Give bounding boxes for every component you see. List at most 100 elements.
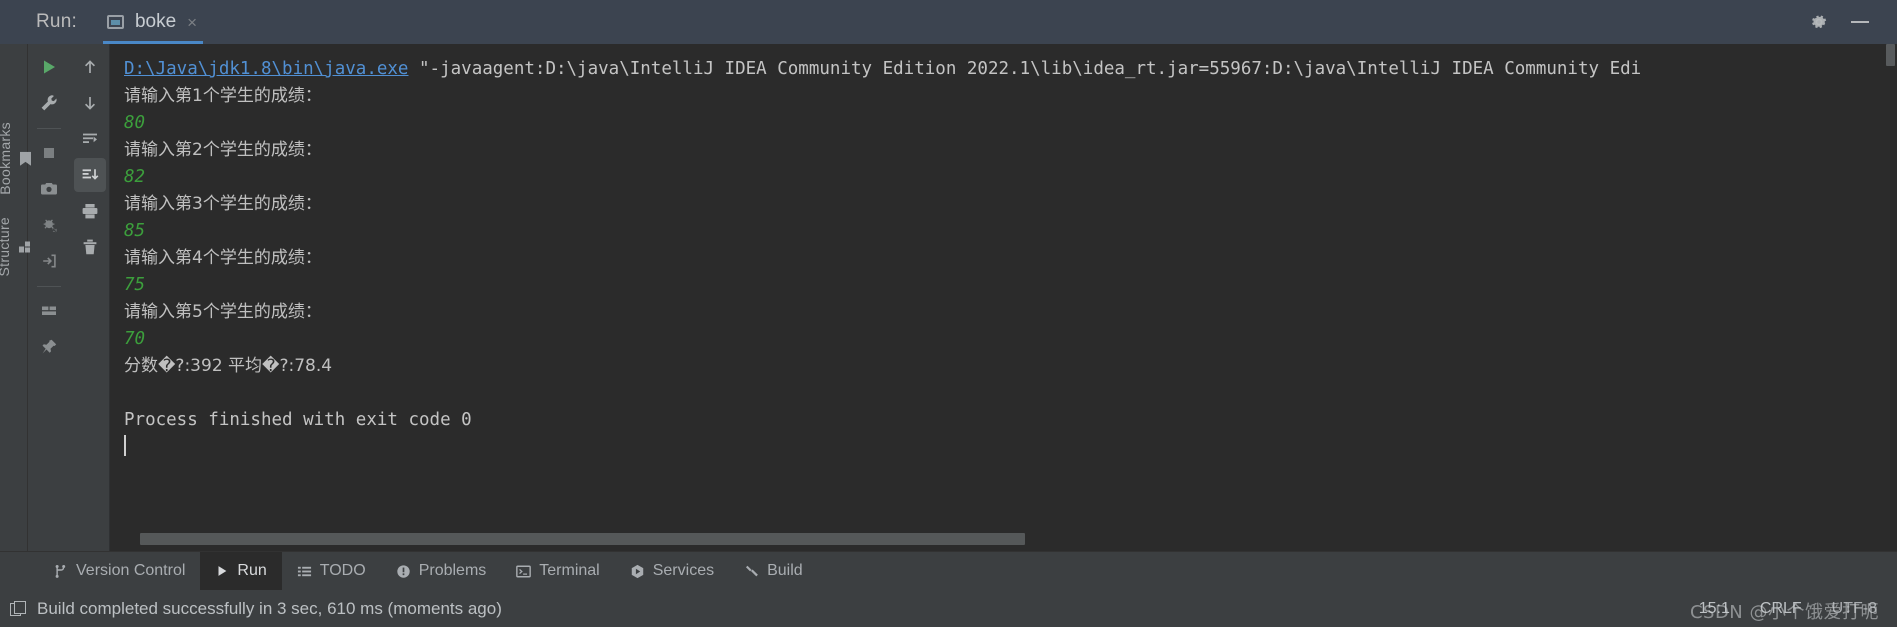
tab-label: Build <box>767 562 803 579</box>
structure-icon <box>18 240 32 252</box>
console-line: 85 <box>124 218 1897 245</box>
console-line: 分数�?:392 平均�?:78.4 <box>124 353 1897 380</box>
branch-icon <box>55 564 66 578</box>
scrollbar-thumb[interactable] <box>1886 44 1895 66</box>
console-line: 82 <box>124 164 1897 191</box>
build-status-message: Build completed successfully in 3 sec, 6… <box>37 598 502 618</box>
trash-icon[interactable] <box>74 230 106 264</box>
tab-run[interactable]: Run <box>200 552 282 590</box>
left-tool-strip: Bookmarks Structure <box>0 44 28 551</box>
status-bar: Build completed successfully in 3 sec, 6… <box>0 590 1897 627</box>
toolbar-divider <box>37 128 61 129</box>
console-line: Process finished with exit code 0 <box>124 407 1897 434</box>
run-tool-window-label: Run: <box>36 11 77 32</box>
console-line: 请输入第2个学生的成绩： <box>124 137 1897 164</box>
run-tool-window-header: Run: boke × <box>0 0 1897 44</box>
console-horizontal-scrollbar[interactable] <box>110 533 1884 545</box>
run-actions-toolbar-secondary <box>70 44 110 551</box>
console-text: D:\Java\jdk1.8\bin\java.exe "-javaagent:… <box>110 44 1897 551</box>
warning-circle-icon <box>397 564 410 578</box>
text-caret <box>124 435 126 456</box>
tab-terminal[interactable]: Terminal <box>501 552 614 590</box>
console-vertical-scrollbar[interactable] <box>1884 44 1897 551</box>
tab-label: Version Control <box>76 562 186 579</box>
tool-window-body: Bookmarks Structure D:\Java\jdk1.8\bin\j… <box>0 44 1897 551</box>
console-line: 请输入第5个学生的成绩： <box>124 299 1897 326</box>
arrow-down-icon[interactable] <box>74 86 106 120</box>
print-icon[interactable] <box>74 194 106 228</box>
export-icon[interactable] <box>33 244 65 278</box>
build-status[interactable]: Build completed successfully in 3 sec, 6… <box>10 599 502 619</box>
tab-build[interactable]: Build <box>729 552 818 590</box>
modify-run-configuration-button[interactable] <box>33 86 65 120</box>
gear-icon[interactable] <box>1809 12 1829 32</box>
run-config-icon <box>106 15 124 29</box>
build-stack-icon <box>10 600 26 617</box>
tab-label: TODO <box>319 562 366 579</box>
console-user-input: 85 <box>124 221 146 241</box>
tab-label: Run <box>237 562 267 579</box>
pin-icon[interactable] <box>33 330 65 364</box>
toolbar-divider <box>37 286 61 287</box>
console-user-input: 75 <box>124 275 146 295</box>
intellij-idea-window: Run: boke × Bookmarks Structure D:\Java\… <box>0 0 1897 627</box>
sidebar-item-structure[interactable]: Structure <box>0 216 32 277</box>
stop-button[interactable] <box>33 136 65 170</box>
tab-label: Services <box>652 562 715 579</box>
soft-wrap-icon[interactable] <box>74 122 106 156</box>
file-encoding[interactable]: UTF-8 <box>1832 600 1877 618</box>
console-prompt-text: 请输入第2个学生的成绩： <box>124 140 322 160</box>
hammer-icon <box>746 565 758 576</box>
java-command-args: "-javaagent:D:\java\IntelliJ IDEA Commun… <box>408 59 1642 79</box>
console-line: 80 <box>124 110 1897 137</box>
bug-export-icon[interactable] <box>33 208 65 242</box>
console-line: 请输入第3个学生的成绩： <box>124 191 1897 218</box>
status-bar-right: 15:1 CRLF UTF-8 <box>1699 600 1897 618</box>
console-prompt-text: 请输入第5个学生的成绩： <box>124 302 322 322</box>
tab-version-control[interactable]: Version Control <box>38 552 200 590</box>
console-prompt-text: 请输入第4个学生的成绩： <box>124 248 322 268</box>
tab-todo[interactable]: TODO <box>282 552 381 590</box>
console-line: 请输入第4个学生的成绩： <box>124 245 1897 272</box>
layout-icon[interactable] <box>33 294 65 328</box>
tab-services[interactable]: Services <box>615 552 729 590</box>
console-user-input: 80 <box>124 113 146 133</box>
sidebar-item-label: Bookmarks <box>0 122 13 195</box>
scroll-to-end-icon[interactable] <box>73 158 106 192</box>
console-result-text: 分数�?:392 平均�?:78.4 <box>124 356 333 376</box>
arrow-up-icon[interactable] <box>74 50 106 84</box>
camera-icon[interactable] <box>33 172 65 206</box>
close-icon[interactable]: × <box>187 14 197 31</box>
sidebar-item-bookmarks[interactable]: Bookmarks <box>0 122 31 195</box>
rerun-button[interactable] <box>33 50 65 84</box>
terminal-icon <box>516 565 532 577</box>
console-user-input: 70 <box>124 329 146 349</box>
services-icon <box>631 564 643 578</box>
console-prompt-text: 请输入第1个学生的成绩： <box>124 86 322 106</box>
tab-label: Terminal <box>539 562 600 579</box>
line-separator[interactable]: CRLF <box>1760 600 1802 618</box>
console-line: 70 <box>124 326 1897 353</box>
tab-label: Problems <box>418 562 487 579</box>
header-actions <box>1809 12 1897 32</box>
list-icon <box>297 566 311 576</box>
run-console[interactable]: D:\Java\jdk1.8\bin\java.exe "-javaagent:… <box>110 44 1897 551</box>
caret-position[interactable]: 15:1 <box>1699 600 1730 618</box>
minimize-icon[interactable] <box>1851 21 1869 23</box>
bookmark-icon <box>20 151 31 165</box>
console-exit-text: Process finished with exit code 0 <box>124 410 472 430</box>
java-exe-path-link[interactable]: D:\Java\jdk1.8\bin\java.exe <box>124 59 408 79</box>
console-line: 请输入第1个学生的成绩： <box>124 83 1897 110</box>
run-tab-boke[interactable]: boke × <box>102 0 204 44</box>
console-prompt-text: 请输入第3个学生的成绩： <box>124 194 322 214</box>
run-tab-title: boke <box>134 11 177 32</box>
scrollbar-thumb[interactable] <box>140 533 1025 545</box>
sidebar-item-label: Structure <box>0 216 12 277</box>
tab-problems[interactable]: Problems <box>381 552 502 590</box>
console-line-command: D:\Java\jdk1.8\bin\java.exe "-javaagent:… <box>124 56 1897 83</box>
console-line: 75 <box>124 272 1897 299</box>
tool-window-tab-bar: Version Control Run TODO Problems Termin… <box>0 551 1897 590</box>
run-actions-toolbar-primary <box>28 44 70 551</box>
play-icon <box>218 566 227 576</box>
